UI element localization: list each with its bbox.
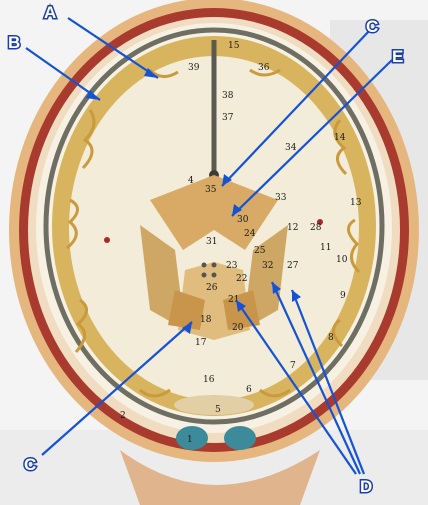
model-number: 12 xyxy=(287,223,298,233)
model-number: 11 xyxy=(320,243,331,253)
model-number: 35 xyxy=(205,185,217,195)
model-number: 18 xyxy=(200,315,212,325)
callout-label-c-bottom: C xyxy=(24,455,36,474)
model-number: 27 xyxy=(287,261,299,271)
model-number: 13 xyxy=(350,198,362,208)
model-number: 28 xyxy=(310,223,322,233)
model-number: 8 xyxy=(328,333,334,343)
model-number: 23 xyxy=(226,261,238,271)
model-number: 20 xyxy=(232,323,244,333)
model-number: 39 xyxy=(188,63,200,73)
model-number: 24 xyxy=(244,229,256,239)
model-number: 33 xyxy=(275,193,287,203)
model-number: 36 xyxy=(258,63,270,73)
model-number: 2 xyxy=(120,411,126,421)
model-number: 9 xyxy=(340,291,346,301)
callout-label-a: A xyxy=(44,3,56,22)
model-number: 38 xyxy=(222,91,234,101)
model-number: 14 xyxy=(334,133,346,143)
callout-label-d: D xyxy=(360,477,372,496)
model-number: 26 xyxy=(206,283,218,293)
sinus-right xyxy=(224,426,256,450)
model-number: 1 xyxy=(187,435,193,445)
model-number: 32 xyxy=(262,261,273,271)
brain-section-illustration: 15 39 36 38 37 35 4 34 33 14 30 12 28 13… xyxy=(0,0,428,505)
model-number: 25 xyxy=(254,246,266,256)
model-number: 6 xyxy=(246,385,252,395)
callout-label-b: B xyxy=(8,33,20,52)
model-number: 4 xyxy=(188,176,194,186)
model-number: 10 xyxy=(336,255,348,265)
model-number: 22 xyxy=(236,274,247,284)
callout-label-e: E xyxy=(392,47,403,66)
model-number: 37 xyxy=(222,113,234,123)
callout-label-c-top: C xyxy=(366,17,378,36)
model-number: 17 xyxy=(195,338,207,348)
model-number: 31 xyxy=(206,237,217,247)
model-number: 15 xyxy=(228,41,240,51)
brain-model-photo: 15 39 36 38 37 35 4 34 33 14 30 12 28 13… xyxy=(0,0,428,505)
model-number: 5 xyxy=(215,405,221,415)
model-number: 30 xyxy=(237,215,249,225)
model-number: 16 xyxy=(203,375,215,385)
model-number: 7 xyxy=(290,361,296,371)
model-number: 34 xyxy=(285,143,297,153)
